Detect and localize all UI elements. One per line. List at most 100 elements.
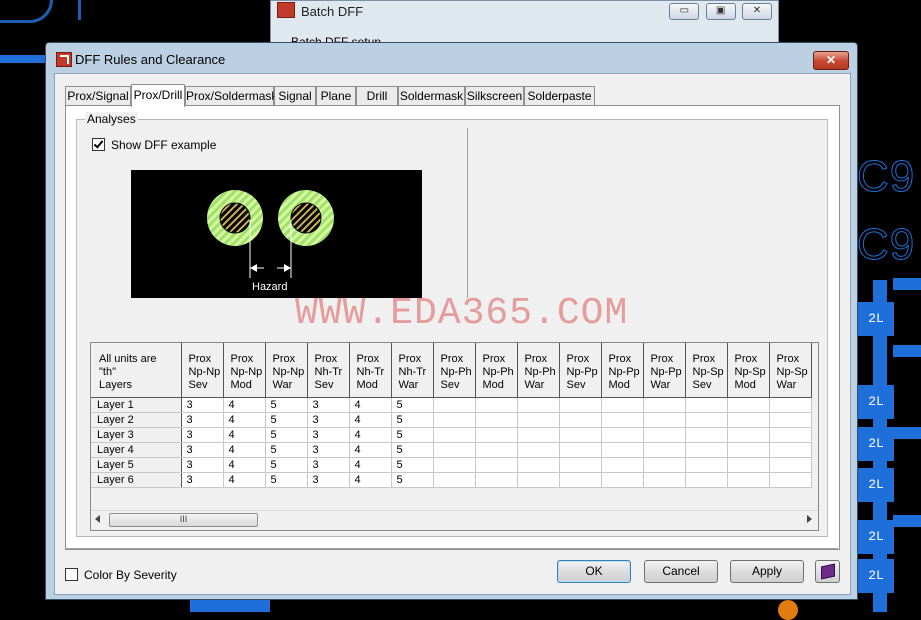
grid-cell[interactable]	[727, 472, 770, 488]
grid-cell[interactable]	[769, 412, 812, 428]
grid-cell[interactable]	[433, 472, 476, 488]
grid-cell[interactable]: 4	[349, 472, 392, 488]
grid-cell[interactable]: 5	[391, 457, 434, 473]
grid-cell[interactable]: 4	[223, 427, 266, 443]
color-by-severity-checkbox[interactable]: Color By Severity	[65, 568, 177, 582]
tab-solderpaste[interactable]: Solderpaste	[524, 86, 595, 106]
grid-cell[interactable]	[601, 427, 644, 443]
grid-cell[interactable]: 4	[349, 397, 392, 413]
grid-column-header[interactable]: Prox Np-Ph Sev	[433, 343, 476, 398]
grid-cell[interactable]: 4	[223, 397, 266, 413]
grid-cell[interactable]	[769, 397, 812, 413]
grid-cell[interactable]: 5	[391, 397, 434, 413]
grid-cell[interactable]	[685, 472, 728, 488]
grid-cell[interactable]	[643, 412, 686, 428]
grid-cell[interactable]	[559, 412, 602, 428]
grid-column-header[interactable]: Prox Np-Np Sev	[181, 343, 224, 398]
grid-cell[interactable]	[601, 412, 644, 428]
grid-cell[interactable]: 3	[307, 427, 350, 443]
layer-row-header[interactable]: Layer 3	[91, 427, 182, 443]
grid-column-header[interactable]: Prox Np-Ph War	[517, 343, 560, 398]
grid-cell[interactable]	[601, 457, 644, 473]
close-button[interactable]: ✕	[742, 3, 772, 20]
tab-drill[interactable]: Drill	[356, 86, 398, 106]
grid-cell[interactable]: 5	[265, 412, 308, 428]
grid-cell[interactable]	[643, 472, 686, 488]
grid-cell[interactable]	[559, 457, 602, 473]
cancel-button[interactable]: Cancel	[644, 560, 718, 583]
grid-cell[interactable]	[475, 427, 518, 443]
grid-column-header[interactable]: Prox Np-Sp Sev	[685, 343, 728, 398]
grid-column-header[interactable]: Prox Np-Np Mod	[223, 343, 266, 398]
checkbox-unchecked-icon[interactable]	[65, 568, 78, 581]
grid-cell[interactable]	[685, 427, 728, 443]
grid-cell[interactable]	[769, 427, 812, 443]
grid-cell[interactable]: 5	[265, 397, 308, 413]
layer-row-header[interactable]: Layer 4	[91, 442, 182, 458]
grid-cell[interactable]: 3	[307, 412, 350, 428]
layer-row-header[interactable]: Layer 2	[91, 412, 182, 428]
grid-cell[interactable]	[433, 397, 476, 413]
grid-cell[interactable]	[685, 442, 728, 458]
grid-cell[interactable]	[643, 427, 686, 443]
scroll-right-arrow-icon[interactable]	[807, 515, 812, 523]
grid-cell[interactable]	[643, 442, 686, 458]
grid-cell[interactable]: 3	[181, 472, 224, 488]
grid-cell[interactable]	[769, 442, 812, 458]
dialog-titlebar[interactable]: DFF Rules and Clearance ✕	[46, 43, 857, 73]
tab-silkscreen[interactable]: Silkscreen	[465, 86, 524, 106]
grid-cell[interactable]	[727, 427, 770, 443]
layer-row-header[interactable]: Layer 1	[91, 397, 182, 413]
grid-cell[interactable]: 3	[307, 397, 350, 413]
grid-column-header[interactable]: Prox Np-Pp War	[643, 343, 686, 398]
grid-cell[interactable]	[601, 472, 644, 488]
grid-cell[interactable]	[727, 457, 770, 473]
grid-cell[interactable]	[475, 472, 518, 488]
grid-cell[interactable]	[517, 427, 560, 443]
tab-signal[interactable]: Signal	[274, 86, 316, 106]
scroll-thumb[interactable]: III	[109, 513, 258, 527]
grid-cell[interactable]	[601, 397, 644, 413]
grid-cell[interactable]: 3	[181, 427, 224, 443]
layer-row-header[interactable]: Layer 5	[91, 457, 182, 473]
grid-cell[interactable]: 4	[223, 412, 266, 428]
minimize-button[interactable]: ▭	[669, 3, 700, 20]
apply-button[interactable]: Apply	[730, 560, 804, 583]
tab-prox-drill[interactable]: Prox/Drill	[131, 84, 185, 107]
grid-column-header[interactable]: Prox Np-Sp War	[769, 343, 812, 398]
grid-cell[interactable]	[769, 457, 812, 473]
grid-cell[interactable]: 5	[265, 442, 308, 458]
checkbox-checked-icon[interactable]	[92, 138, 105, 151]
grid-cell[interactable]: 4	[349, 442, 392, 458]
grid-cell[interactable]: 5	[391, 427, 434, 443]
horizontal-scrollbar[interactable]: III	[91, 510, 818, 528]
grid-cell[interactable]	[643, 397, 686, 413]
grid-cell[interactable]: 3	[181, 397, 224, 413]
grid-cell[interactable]	[433, 412, 476, 428]
grid-cell[interactable]: 3	[307, 442, 350, 458]
grid-column-header[interactable]: Prox Np-Pp Mod	[601, 343, 644, 398]
grid-cell[interactable]	[517, 457, 560, 473]
grid-column-header[interactable]: Prox Np-Np War	[265, 343, 308, 398]
grid-column-header[interactable]: Prox Nh-Tr Mod	[349, 343, 392, 398]
grid-cell[interactable]: 3	[181, 457, 224, 473]
grid-column-header[interactable]: Prox Nh-Tr War	[391, 343, 434, 398]
grid-cell[interactable]	[769, 472, 812, 488]
scroll-left-arrow-icon[interactable]	[95, 515, 100, 523]
grid-cell[interactable]	[517, 442, 560, 458]
grid-cell[interactable]	[685, 412, 728, 428]
grid-cell[interactable]	[559, 427, 602, 443]
grid-cell[interactable]: 5	[265, 427, 308, 443]
grid-cell[interactable]: 3	[181, 442, 224, 458]
grid-column-header[interactable]: Prox Np-Sp Mod	[727, 343, 770, 398]
grid-cell[interactable]	[517, 397, 560, 413]
grid-cell[interactable]: 5	[391, 412, 434, 428]
grid-cell[interactable]: 3	[307, 457, 350, 473]
ok-button[interactable]: OK	[557, 560, 631, 583]
tab-soldermask[interactable]: Soldermask	[398, 86, 465, 106]
grid-cell[interactable]: 4	[223, 472, 266, 488]
grid-cell[interactable]	[475, 412, 518, 428]
tab-prox-soldermask[interactable]: Prox/Soldermask	[185, 86, 277, 106]
grid-cell[interactable]: 5	[391, 442, 434, 458]
grid-cell[interactable]	[727, 442, 770, 458]
